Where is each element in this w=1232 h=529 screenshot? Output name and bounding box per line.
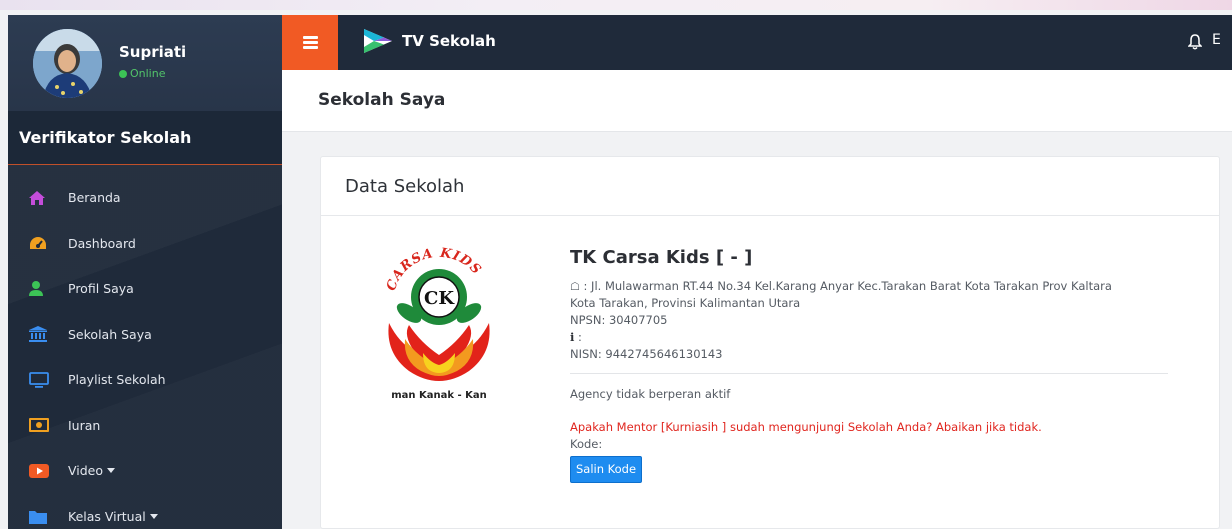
sidebar-item-beranda[interactable]: Beranda xyxy=(8,175,282,221)
sidebar-item-label: Dashboard xyxy=(68,235,136,251)
online-dot-icon xyxy=(119,69,127,78)
user-name: Supriati xyxy=(119,43,187,61)
school-info-line: i : xyxy=(570,330,582,344)
school-info: TK Carsa Kids [ - ] ☖ : Jl. Mulawarman R… xyxy=(570,249,1168,483)
monitor-icon xyxy=(29,371,55,388)
sidebar: Supriati Online Verifikator Sekolah Bera… xyxy=(8,15,282,529)
school-npsn: NPSN: 30407705 xyxy=(570,313,668,327)
header-edge-text[interactable]: E xyxy=(1212,32,1221,48)
user-status: Online xyxy=(119,67,165,80)
money-icon xyxy=(29,418,55,433)
sidebar-item-label: Profil Saya xyxy=(68,281,134,297)
school-data-card: Data Sekolah CARSA KIDS CK man Kanak - K… xyxy=(320,156,1220,529)
info-icon: i xyxy=(570,330,575,344)
sidebar-menu: Beranda Dashboard Profil Saya Sekolah Sa… xyxy=(8,165,282,529)
page-title: Sekolah Saya xyxy=(318,90,446,110)
institution-icon xyxy=(29,326,55,343)
chevron-down-icon xyxy=(107,468,116,474)
brand[interactable]: TV Sekolah xyxy=(362,27,496,55)
role-title: Verifikator Sekolah xyxy=(8,111,282,165)
school-city: Kota Tarakan, Provinsi Kalimantan Utara xyxy=(570,296,801,310)
agency-status: Agency tidak berperan aktif xyxy=(570,387,731,401)
chevron-down-icon xyxy=(149,513,158,519)
sidebar-item-label: Sekolah Saya xyxy=(68,326,152,342)
school-nisn: NISN: 9442745646130143 xyxy=(570,347,723,361)
menu-toggle-button[interactable] xyxy=(282,15,338,70)
home-icon: ☖ xyxy=(570,280,580,293)
sidebar-item-label: Playlist Sekolah xyxy=(68,372,166,388)
top-stripe xyxy=(0,0,1232,10)
mentor-question: Apakah Mentor [Kurniasih ] sudah mengunj… xyxy=(570,420,1042,434)
sidebar-item-profil-saya[interactable]: Profil Saya xyxy=(8,266,282,312)
brand-title: TV Sekolah xyxy=(402,32,496,50)
copy-code-button[interactable]: Salin Kode xyxy=(570,456,643,483)
user-panel: Supriati Online xyxy=(8,15,282,111)
bell-icon[interactable] xyxy=(1187,34,1203,54)
sidebar-item-kelas-virtual[interactable]: Kelas Virtual xyxy=(8,494,282,529)
user-status-label: Online xyxy=(130,67,166,80)
content-header: Sekolah Saya xyxy=(282,70,1232,132)
divider xyxy=(570,373,1168,374)
sidebar-item-label: Iuran xyxy=(68,417,101,433)
user-icon xyxy=(29,281,55,297)
hamburger-icon xyxy=(302,34,318,52)
kode-label: Kode: xyxy=(570,437,603,451)
school-address: ☖ : Jl. Mulawarman RT.44 No.34 Kel.Karan… xyxy=(570,279,1112,293)
youtube-icon xyxy=(29,463,55,478)
logo-center-text: CK xyxy=(424,288,455,309)
dashboard-icon xyxy=(29,236,55,250)
card-title: Data Sekolah xyxy=(321,157,1219,216)
tv-sekolah-logo-icon xyxy=(364,29,392,53)
sidebar-item-label: Beranda xyxy=(68,190,121,206)
sidebar-item-label: Kelas Virtual xyxy=(68,508,146,524)
school-name: TK Carsa Kids [ - ] xyxy=(570,247,753,268)
sidebar-item-sekolah-saya[interactable]: Sekolah Saya xyxy=(8,312,282,358)
sidebar-item-video[interactable]: Video xyxy=(8,448,282,494)
logo-bottom-text: man Kanak - Kan xyxy=(391,390,487,401)
sidebar-item-dashboard[interactable]: Dashboard xyxy=(8,221,282,267)
avatar[interactable] xyxy=(33,29,102,98)
sidebar-item-iuran[interactable]: Iuran xyxy=(8,403,282,449)
top-header: TV Sekolah E xyxy=(282,15,1232,70)
school-logo: CARSA KIDS CK man Kanak - Kan xyxy=(369,243,509,403)
home-icon xyxy=(29,190,55,205)
sidebar-item-playlist-sekolah[interactable]: Playlist Sekolah xyxy=(8,357,282,403)
folder-icon xyxy=(29,509,55,524)
sidebar-item-label: Video xyxy=(68,463,104,479)
